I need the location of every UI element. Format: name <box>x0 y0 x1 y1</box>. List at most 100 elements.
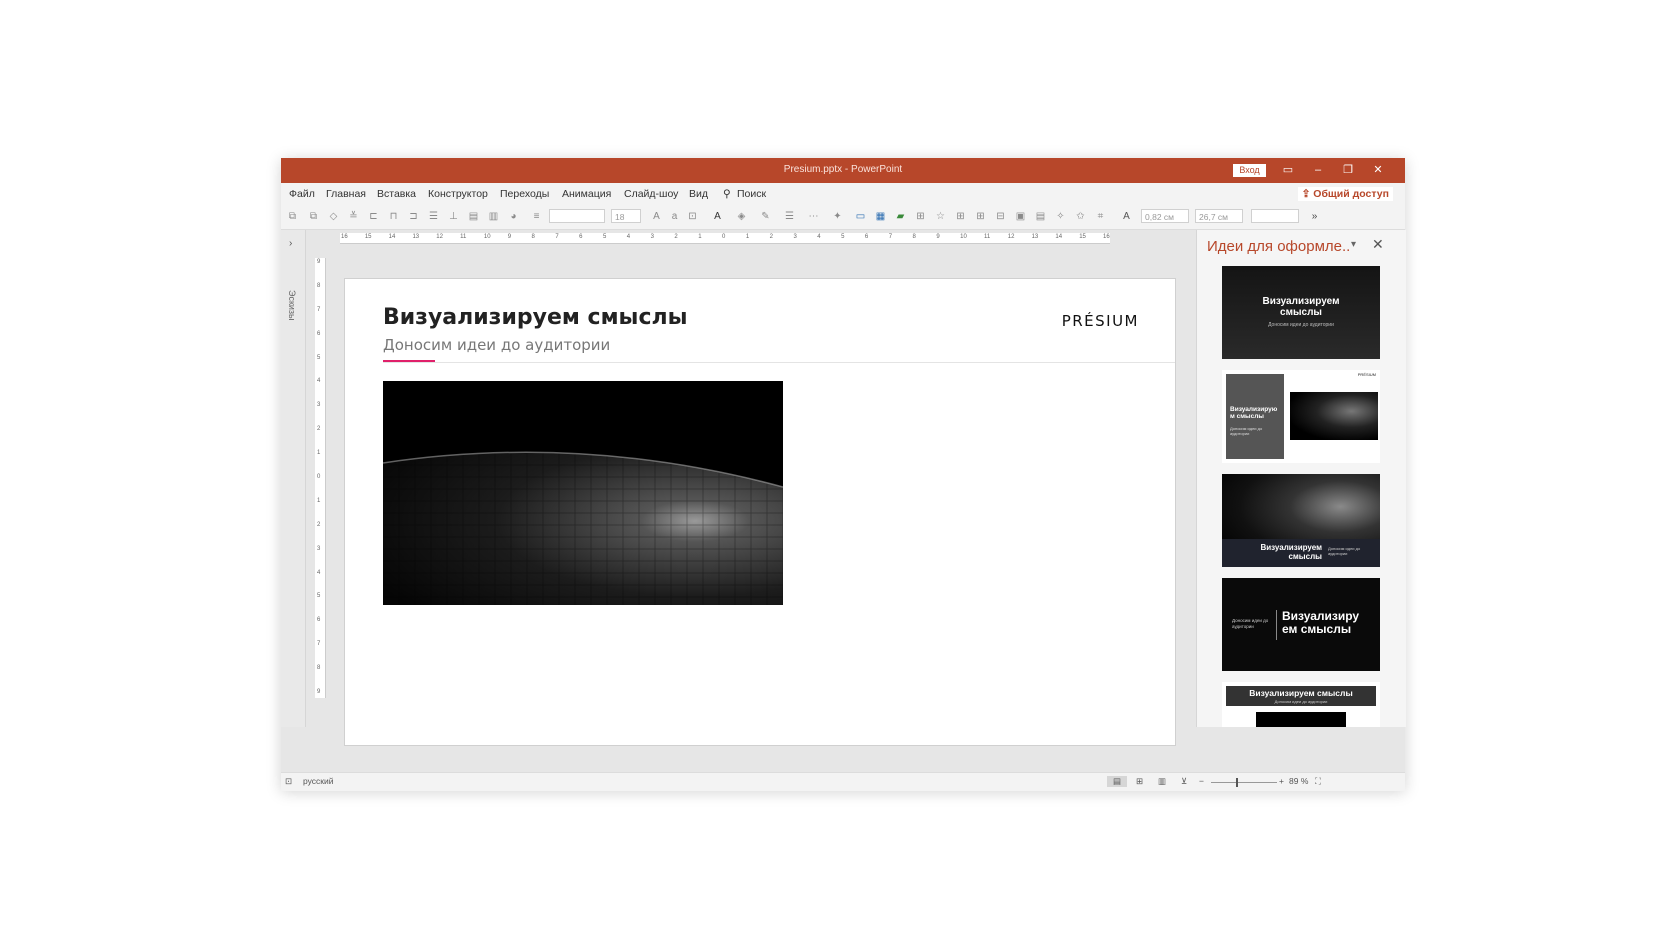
picture-icon[interactable]: ▣ <box>1015 211 1026 222</box>
normal-view-button[interactable]: ▤ <box>1107 776 1128 787</box>
align-middle-icon[interactable]: ⊐ <box>408 211 419 222</box>
send-backward-icon[interactable]: ▥ <box>488 211 499 222</box>
ruler-tick-label: 1 <box>317 450 321 457</box>
more-icon[interactable]: » <box>1309 211 1320 222</box>
slide-title[interactable]: Визуализируем смыслы <box>383 305 688 330</box>
language-label[interactable]: русский <box>303 776 334 786</box>
animation-icon[interactable]: ✩ <box>1075 211 1086 222</box>
normal-view-icon[interactable]: ▦ <box>875 211 886 222</box>
distribute-icon[interactable]: ☰ <box>428 211 439 222</box>
ruler-tick-label: 11 <box>460 234 467 240</box>
ruler-tick-label: 16 <box>1103 234 1110 240</box>
ruler-tick-label: 4 <box>817 234 821 240</box>
line-color-icon[interactable]: ✎ <box>760 211 771 222</box>
close-icon[interactable]: ✕ <box>1363 161 1393 180</box>
font-color-icon[interactable]: A <box>712 211 723 222</box>
search-icon[interactable]: ⚲ <box>723 188 731 200</box>
menu-design[interactable]: Конструктор <box>428 188 488 200</box>
shape-icon[interactable]: ◕ <box>508 211 519 222</box>
ruler-tick-label: 8 <box>531 234 535 240</box>
ruler-tick-label: 6 <box>864 234 869 240</box>
menu-search[interactable]: Поиск <box>737 188 766 200</box>
align-top-icon[interactable]: ≚ <box>348 211 359 222</box>
decrease-font-icon[interactable]: a <box>669 211 680 222</box>
increase-font-icon[interactable]: A <box>651 211 662 222</box>
highlight-icon[interactable]: ◈ <box>736 211 747 222</box>
slide-image[interactable] <box>383 381 783 605</box>
align-center-icon[interactable]: ⊓ <box>388 211 399 222</box>
shape-height-input[interactable]: 0,82 см <box>1141 209 1189 223</box>
minimize-icon[interactable]: – <box>1303 161 1333 180</box>
reading-view-icon[interactable]: ▥ <box>1158 776 1166 787</box>
bring-forward-icon[interactable]: ▤ <box>468 211 479 222</box>
expand-arrow-icon[interactable]: › <box>289 238 292 249</box>
zoom-slider[interactable] <box>1211 782 1277 783</box>
ruler-tick-label: 14 <box>1055 234 1063 240</box>
text-box-icon[interactable]: ⊡ <box>687 211 698 222</box>
slide-canvas[interactable]: Визуализируем смыслы Доносим идеи до ауд… <box>344 278 1176 746</box>
chart-icon[interactable]: ▤ <box>1035 211 1046 222</box>
shape-width-input[interactable]: 26,7 см <box>1195 209 1243 223</box>
spelling-icon[interactable]: ⊡ <box>285 776 292 787</box>
design-idea-title: Визуализиру ем смыслы <box>1282 609 1360 636</box>
font-family-input[interactable] <box>549 209 605 223</box>
restore-icon[interactable]: ❐ <box>1333 161 1363 180</box>
align-bottom-icon[interactable]: ⊥ <box>448 211 459 222</box>
share-button[interactable]: ⇪ Общий доступ <box>1297 187 1393 201</box>
group-icon[interactable]: ⧉ <box>287 211 298 222</box>
pane-options-icon[interactable]: ▾ <box>1351 239 1356 250</box>
slide-subtitle[interactable]: Доносим идеи до аудитории <box>383 336 610 354</box>
ruler-tick-label: 2 <box>317 521 321 528</box>
slideshow-icon[interactable]: ⊻ <box>1181 776 1187 787</box>
design-idea-5[interactable]: Визуализируем смыслы Доносим идеи до ауд… <box>1222 682 1380 727</box>
zoom-slider-thumb[interactable] <box>1236 778 1238 787</box>
menu-file[interactable]: Файл <box>289 188 315 200</box>
zoom-out-icon[interactable]: − <box>1199 776 1204 786</box>
gridlines-icon[interactable]: ⊟ <box>995 211 1006 222</box>
star-icon[interactable]: ☆ <box>935 211 946 222</box>
menu-home[interactable]: Главная <box>326 188 366 200</box>
dash-style-icon[interactable]: ⋯ <box>808 211 819 222</box>
slide-sorter-icon[interactable]: ⊞ <box>1136 776 1143 787</box>
horizontal-ruler: 16 15 14 13 12 11 10 9 8 7 6 5 4 3 2 1 0 1 2 3 4 5 6 7 8 9 10 11 12 1… <box>340 233 1110 244</box>
pane-close-icon[interactable]: ✕ <box>1372 236 1384 253</box>
ruler-tick-label: 7 <box>888 234 893 240</box>
guides-icon[interactable]: ⊞ <box>975 211 986 222</box>
text-wrap-icon[interactable]: ≡ <box>531 211 542 222</box>
ruler-tick-label: 1 <box>745 234 750 240</box>
signin-button[interactable]: Вход <box>1233 164 1266 177</box>
design-pane-title: Идеи для оформле.. <box>1207 238 1351 255</box>
menu-animations[interactable]: Анимация <box>562 188 611 200</box>
ungroup-icon[interactable]: ⧉ <box>308 211 319 222</box>
smartart-icon[interactable]: ✧ <box>1055 211 1066 222</box>
design-idea-3[interactable]: Визуализируем смыслы Доносим идеи до ауд… <box>1222 474 1380 567</box>
design-idea-4[interactable]: Доносим идеи до аудитории Визуализиру ем… <box>1222 578 1380 671</box>
edit-points-icon[interactable]: ◇ <box>328 211 339 222</box>
new-slide-icon[interactable]: ▰ <box>895 211 906 222</box>
menu-transitions[interactable]: Переходы <box>500 188 549 200</box>
design-idea-2[interactable]: Визуализирую м смыслы Доносим идеи до ау… <box>1222 370 1380 463</box>
slide-layout-icon[interactable]: ▭ <box>855 211 866 222</box>
grid-icon[interactable]: ⊞ <box>955 211 966 222</box>
menu-slideshow[interactable]: Слайд-шоу <box>624 188 678 200</box>
shape-effects-icon[interactable]: ✦ <box>832 211 843 222</box>
fit-to-window-icon[interactable]: ⛶ <box>1315 776 1321 787</box>
design-idea-subtitle: Доносим идеи до аудитории <box>1268 322 1334 328</box>
table-icon[interactable]: ⊞ <box>915 211 926 222</box>
thumbnails-label[interactable]: Эскизы <box>287 290 297 321</box>
presium-logo: PRÉSIUM <box>1061 312 1139 330</box>
font-size-input[interactable]: 18 <box>611 209 641 223</box>
menu-view[interactable]: Вид <box>689 188 708 200</box>
ribbon-display-icon[interactable]: ▭ <box>1273 161 1303 180</box>
design-idea-1[interactable]: Визуализируем смыслы Доносим идеи до ауд… <box>1222 266 1380 359</box>
align-left-icon[interactable]: ⊏ <box>368 211 379 222</box>
zoom-in-icon[interactable]: + <box>1279 776 1284 786</box>
ruler-tick-label: 6 <box>579 234 583 240</box>
arrange-input[interactable] <box>1251 209 1299 223</box>
menu-insert[interactable]: Вставка <box>377 188 416 200</box>
wordart-icon[interactable]: A <box>1121 211 1132 222</box>
line-weight-icon[interactable]: ☰ <box>784 211 795 222</box>
zoom-level[interactable]: 89 % <box>1289 776 1308 786</box>
crop-icon[interactable]: ⌗ <box>1095 211 1106 222</box>
ruler-tick-label: 14 <box>388 234 396 240</box>
